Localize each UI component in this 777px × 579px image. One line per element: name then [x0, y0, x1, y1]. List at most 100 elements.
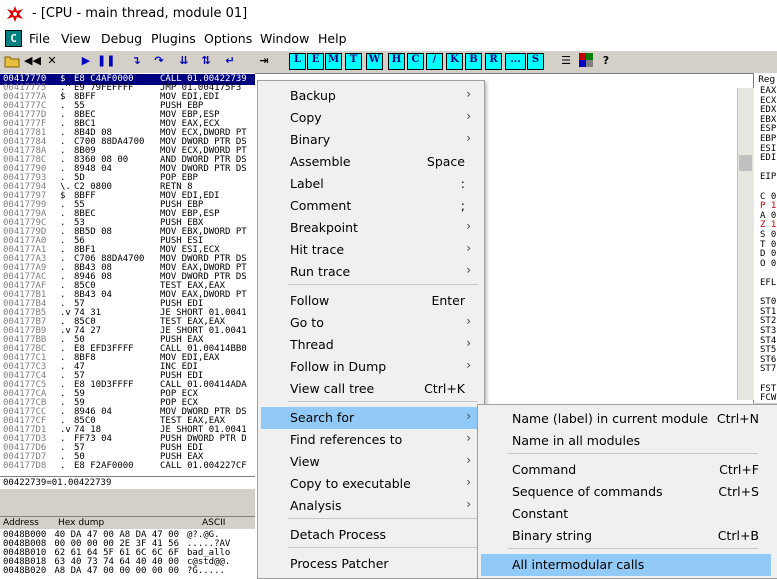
toolbar-callstack-button[interactable]: K	[446, 53, 463, 70]
submenu-item-shortcut: Ctrl+N	[716, 411, 759, 426]
submenu-item-label: Sequence of commands	[512, 484, 663, 499]
pane-splitter[interactable]	[0, 489, 255, 516]
menu-item-label: Follow	[290, 293, 330, 308]
register-label: ST2	[760, 316, 777, 327]
cpu-window-icon[interactable]: C	[5, 30, 22, 47]
register-label: ST1	[760, 306, 777, 317]
toolbar-threads-button[interactable]: T	[345, 53, 362, 70]
register-label: ST4	[760, 335, 777, 346]
toolbar-windows-button[interactable]: W	[366, 53, 383, 70]
menu-item-detach-process[interactable]: Detach Process	[261, 524, 479, 546]
toolbar-breakpoints-button[interactable]: B	[465, 53, 482, 70]
trace-over-icon[interactable]: ⇅	[198, 53, 214, 69]
menu-item-label[interactable]: Label:	[261, 173, 479, 195]
menu-item-view[interactable]: View ›	[261, 451, 479, 473]
trace-into-icon[interactable]: ⇊	[176, 53, 192, 69]
submenu-item-all-intermodular-calls[interactable]: All intermodular calls	[481, 554, 771, 576]
appearance-grid-icon[interactable]	[578, 53, 594, 69]
dump-col-address: Address	[3, 518, 39, 528]
submenu-item-label: Constant	[512, 506, 569, 521]
toolbar-modules-button[interactable]: E	[307, 53, 324, 70]
disasm-row[interactable]: 004177D8. E8 F2AF0000 CALL 01.004227CF	[0, 461, 255, 472]
register-label: EDI	[760, 153, 777, 164]
menu-item-label: Thread	[290, 337, 334, 352]
menu-debug[interactable]: Debug	[101, 31, 142, 46]
submenu-item-constant[interactable]: Constant	[481, 503, 771, 525]
menu-item-shortcut: Enter	[431, 293, 465, 308]
dump-col-hex: Hex dump	[58, 518, 105, 528]
toolbar-runtrace-button[interactable]: ...	[505, 53, 526, 70]
menu-item-breakpoint[interactable]: Breakpoint ›	[261, 217, 479, 239]
toolbar-memory-button[interactable]: M	[325, 53, 342, 70]
open-folder-icon[interactable]	[4, 53, 20, 69]
menu-item-follow[interactable]: Follow Enter	[261, 290, 479, 312]
disassembly-pane[interactable]: 00417770 $ E8 C4AF0000 CALL 01.00422739 0041…	[0, 73, 255, 475]
menu-item-comment[interactable]: Comment;	[261, 195, 479, 217]
submenu-item-name-label-in-current-module[interactable]: Name (label) in current module Ctrl+N	[481, 408, 771, 430]
register-label: EFL	[760, 278, 777, 288]
menu-item-assemble[interactable]: Assemble Space	[261, 151, 479, 173]
submenu-item-binary-string[interactable]: Binary string Ctrl+B	[481, 525, 771, 547]
go-to-icon[interactable]: ⇥	[256, 53, 272, 69]
register-label: EAX	[760, 86, 777, 96]
execute-till-return-icon[interactable]: ↵	[222, 53, 238, 69]
help-icon[interactable]: ?	[598, 53, 614, 69]
register-label: EIP	[760, 172, 777, 183]
toolbar-handles-button[interactable]: H	[388, 53, 405, 70]
toolbar-patches-button[interactable]: /	[426, 53, 443, 70]
menu-item-analysis[interactable]: Analysis ›	[261, 495, 479, 517]
menu-item-run-trace[interactable]: Run trace ›	[261, 261, 479, 283]
dump-pane[interactable]: 0048B000 40 DA 47 00 A8 DA 47 00 @?.@G. 004…	[0, 529, 255, 577]
menu-item-process-patcher[interactable]: Process Patcher	[261, 553, 479, 575]
menu-item-search-for[interactable]: Search for ›	[261, 407, 479, 429]
menu-item-thread[interactable]: Thread ›	[261, 334, 479, 356]
restart-icon[interactable]: ◀◀	[24, 53, 41, 69]
submenu-arrow-icon: ›	[466, 431, 471, 445]
register-label: D 0	[760, 249, 777, 260]
menu-separator	[288, 547, 478, 548]
registers-pane[interactable]: EAX ECX EDX EBX ESP EBP ESI EDI EIP C 0P 1A 0Z 1S…	[753, 73, 777, 403]
dump-row[interactable]: 0048B020 A8 DA 47 00 00 00 00 00 ?G.....	[3, 567, 225, 576]
submenu-item-name-in-all-modules[interactable]: Name in all modules	[481, 430, 771, 452]
submenu-item-sequence-of-commands[interactable]: Sequence of commands Ctrl+S	[481, 481, 771, 503]
scrollbar-thumb[interactable]	[739, 155, 752, 171]
menu-plugins[interactable]: Plugins	[151, 31, 196, 46]
submenu-arrow-icon: ›	[466, 453, 471, 467]
menu-item-view-call-tree[interactable]: View call tree Ctrl+K	[261, 378, 479, 400]
toolbar-log-button[interactable]: L	[289, 53, 306, 70]
list-icon[interactable]: ☰	[558, 53, 574, 69]
register-label: T 0	[760, 239, 777, 250]
menu-item-label: View	[290, 454, 320, 469]
toolbar-references-button[interactable]: R	[485, 53, 502, 70]
toolbar-source-button[interactable]: S	[527, 53, 544, 70]
submenu-item-command[interactable]: Command Ctrl+F	[481, 459, 771, 481]
menu-view[interactable]: View	[61, 31, 91, 46]
context-menu: Backup › Copy › Binary › Assemble Space Label: Co…	[257, 80, 485, 579]
menu-options[interactable]: Options	[204, 31, 252, 46]
menu-help[interactable]: Help	[318, 31, 347, 46]
toolbar-cpu-button[interactable]: C	[407, 53, 424, 70]
menu-item-copy[interactable]: Copy ›	[261, 107, 479, 129]
register-label: FCW	[760, 393, 777, 403]
disasm-hex: E8 F2AF0000	[74, 461, 134, 471]
run-icon[interactable]: ▶	[78, 53, 94, 69]
menu-window[interactable]: Window	[260, 31, 309, 46]
menu-item-label: Hit trace	[290, 242, 345, 257]
menu-item-follow-in-dump[interactable]: Follow in Dump ›	[261, 356, 479, 378]
register-label: A 0	[760, 210, 777, 221]
menu-item-hit-trace[interactable]: Hit trace ›	[261, 239, 479, 261]
disassembly-scrollbar[interactable]	[737, 88, 754, 400]
register-label: FST	[760, 383, 777, 394]
menu-bar: C File View Debug Plugins Options Window…	[0, 28, 777, 50]
menu-item-go-to[interactable]: Go to ›	[261, 312, 479, 334]
step-over-icon[interactable]: ↷	[151, 53, 167, 69]
step-into-icon[interactable]: ↴	[128, 53, 144, 69]
pause-icon[interactable]: ❚❚	[97, 53, 115, 69]
menu-item-copy-to-executable[interactable]: Copy to executable ›	[261, 473, 479, 495]
menu-item-label: Analysis	[290, 498, 342, 513]
menu-item-binary[interactable]: Binary ›	[261, 129, 479, 151]
menu-file[interactable]: File	[29, 31, 50, 46]
close-icon[interactable]: ✕	[44, 53, 60, 69]
menu-item-backup[interactable]: Backup ›	[261, 85, 479, 107]
menu-item-find-references-to[interactable]: Find references to ›	[261, 429, 479, 451]
